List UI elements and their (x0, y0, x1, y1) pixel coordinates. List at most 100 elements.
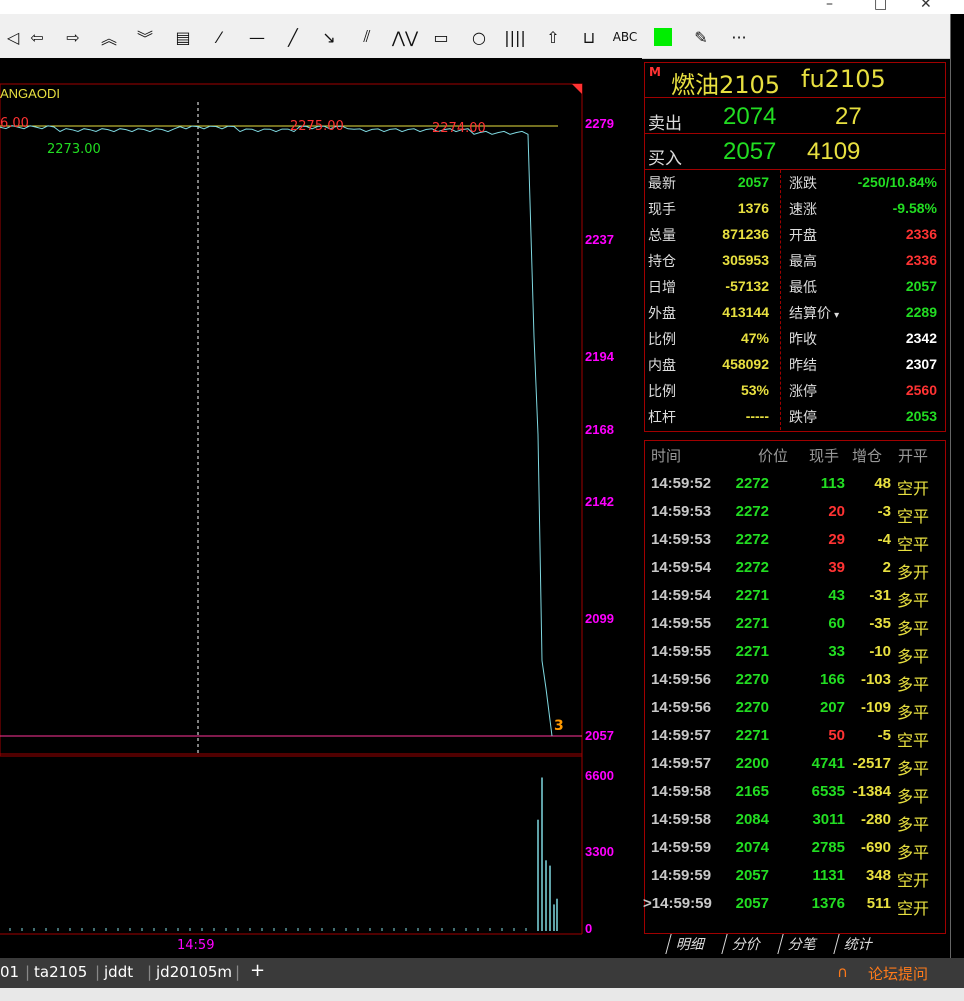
tick-volume: 1131 (812, 867, 845, 884)
tick-oi: -31 (869, 587, 891, 604)
tick-oi: -4 (877, 531, 891, 548)
tick-price: 2057 (735, 895, 769, 912)
tick-header-time: 时间 (651, 447, 682, 465)
eraser-icon[interactable]: ✎ (688, 24, 714, 50)
segment-icon[interactable]: ╱ (280, 24, 306, 50)
tab-separator: | (147, 963, 153, 981)
price-label-mid: 2275.00 (290, 119, 344, 134)
horizontal-line-icon[interactable]: — (244, 24, 270, 50)
price-axis-label: 2279 (585, 116, 614, 131)
price-label-left: 6.00 (0, 116, 29, 131)
tick-row[interactable]: 14:59:56 2270 166 -103 多平 (645, 671, 947, 699)
quote-value: 2289 (905, 304, 937, 320)
tick-row[interactable]: 14:59:55 2271 33 -10 多平 (645, 643, 947, 671)
tick-row[interactable]: 14:59:55 2271 60 -35 多平 (645, 615, 947, 643)
forum-icon[interactable]: ∩ (837, 963, 848, 981)
tick-row[interactable]: 14:59:56 2270 207 -109 多平 (645, 699, 947, 727)
quote-row: 比例 53% 涨停 2560 (645, 379, 947, 405)
up-arrow-icon[interactable]: ⇧ (540, 24, 566, 50)
maximize-button[interactable]: □ (874, 0, 887, 12)
text-icon[interactable]: ABC (612, 24, 638, 50)
tick-row[interactable]: 14:59:59 2057 1131 348 空开 (645, 867, 947, 895)
tick-list[interactable]: 时间 价位 现手 增仓 开平 14:59:52 2272 113 48 空开 14:59:… (643, 440, 947, 934)
tick-time: 14:59:56 (651, 671, 712, 688)
tab-separator: | (25, 963, 31, 981)
arrow-right-outline-icon[interactable]: ⇨ (60, 24, 86, 50)
contract-tab[interactable]: jd20105m (156, 963, 232, 981)
close-button[interactable]: ✕ (920, 0, 932, 12)
add-tab-button[interactable]: + (250, 960, 265, 981)
tick-volume: 60 (828, 615, 845, 632)
quote-row: 杠杆 ----- 跌停 2053 (645, 405, 947, 431)
tick-row[interactable]: 14:59:57 2200 4741 -2517 多平 (645, 755, 947, 783)
color-icon[interactable] (650, 24, 676, 50)
quote-row: 现手 1376 速涨 -9.58% (645, 197, 947, 223)
parallel-lines-icon[interactable]: ⫽ (354, 24, 380, 50)
contract-tab[interactable]: jddt (104, 963, 133, 981)
tick-volume: 39 (828, 559, 845, 576)
quote-value: 2053 (905, 408, 937, 424)
vertical-lines-icon[interactable]: |||| (502, 24, 528, 50)
contract-tab[interactable]: ta2105 (34, 963, 87, 981)
tick-price: 2272 (735, 531, 769, 548)
tick-price: 2271 (735, 615, 769, 632)
intraday-chart[interactable]: ANGAODI 6.00 2275.00 2274.00 2273.00 227… (0, 58, 642, 958)
tick-oi: -35 (869, 615, 891, 632)
quote-value: 2307 (905, 356, 937, 372)
buy-volume: 4109 (807, 138, 861, 165)
tick-time: 14:59:55 (651, 643, 712, 660)
tick-row[interactable]: 14:59:54 2271 43 -31 多平 (645, 587, 947, 615)
tick-row[interactable]: 14:59:58 2084 3011 -280 多平 (645, 811, 947, 839)
tick-row[interactable]: 14:59:53 2272 29 -4 空平 (645, 531, 947, 559)
volume-axis-label: 0 (585, 921, 593, 936)
quote-label: 最高 (789, 254, 817, 270)
tick-row[interactable]: 14:59:57 2271 50 -5 空平 (645, 727, 947, 755)
contract-tab[interactable]: 01 (0, 963, 19, 981)
tick-row[interactable]: >14:59:59 2057 1376 511 空开 (643, 895, 947, 923)
tick-time: 14:59:57 (651, 755, 712, 772)
dashed-line-icon[interactable]: ⁄ (206, 24, 232, 50)
detail-tab[interactable]: 统计 (833, 934, 876, 954)
dropdown-icon[interactable]: ▾ (831, 310, 839, 321)
tick-row[interactable]: 14:59:53 2272 20 -3 空平 (645, 503, 947, 531)
tick-type: 多平 (897, 591, 930, 610)
quote-row: 日增 -57132 最低 2057 (645, 275, 947, 301)
tick-volume: 2785 (811, 839, 845, 856)
tick-oi: -10 (869, 643, 891, 660)
detail-tab[interactable]: 分笔 (777, 934, 820, 954)
corner-marker (572, 84, 582, 94)
tick-type: 多平 (897, 787, 930, 806)
tick-row[interactable]: 14:59:58 2165 6535 -1384 多平 (645, 783, 947, 811)
forum-link[interactable]: 论坛提问 (868, 963, 928, 984)
double-up-icon[interactable]: ︽ (96, 24, 122, 50)
price-label-low: 2273.00 (47, 142, 101, 157)
quote-label: 昨结 (789, 358, 817, 374)
quote-value: 871236 (722, 226, 769, 242)
chart-canvas[interactable] (0, 58, 642, 958)
more-icon[interactable]: ··· (726, 24, 752, 50)
buy-price[interactable]: 2057 (723, 138, 776, 166)
contract-name: 燃油2105 (671, 71, 781, 99)
table-icon[interactable]: ▤ (170, 24, 196, 50)
minimize-button[interactable]: – (826, 0, 833, 12)
tick-time: 14:59:58 (651, 811, 712, 828)
detail-tab[interactable]: 明细 (665, 934, 708, 954)
tick-price: 2270 (735, 671, 769, 688)
detail-tab[interactable]: 分价 (721, 934, 764, 954)
left-arrow-icon[interactable]: ◁ (0, 24, 26, 50)
double-down-icon[interactable]: ︾ (132, 24, 158, 50)
tick-row[interactable]: 14:59:59 2074 2785 -690 多平 (645, 839, 947, 867)
tab-separator: | (95, 963, 101, 981)
ruler-icon[interactable]: ⊔ (576, 24, 602, 50)
rectangle-icon[interactable]: ▭ (428, 24, 454, 50)
ray-icon[interactable]: ↘ (316, 24, 342, 50)
tick-row[interactable]: 14:59:52 2272 113 48 空开 (645, 475, 947, 503)
sell-price[interactable]: 2074 (723, 103, 776, 131)
arrow-left-outline-icon[interactable]: ⇦ (24, 24, 50, 50)
tick-row[interactable]: 14:59:54 2272 39 2 多开 (645, 559, 947, 587)
zigzag-icon[interactable]: ⋀⋁ (392, 24, 418, 50)
quote-value: 2057 (905, 278, 937, 294)
circle-icon[interactable]: ○ (466, 24, 492, 50)
tick-volume: 1376 (811, 895, 845, 912)
quote-value: 2336 (905, 226, 937, 242)
